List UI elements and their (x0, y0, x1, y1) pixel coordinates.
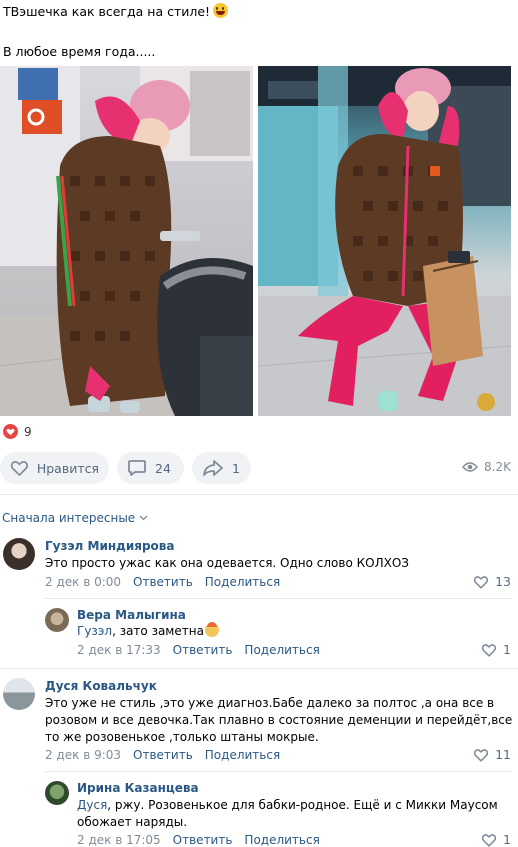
divider (45, 771, 511, 772)
shares-count: 1 (232, 460, 240, 476)
comment-meta: 2 дек в 0:00 Ответить Поделиться (45, 575, 280, 589)
comment-date[interactable]: 2 дек в 0:00 (45, 575, 121, 589)
comment-meta: 2 дек в 17:33 Ответить Поделиться (77, 643, 320, 657)
post-photo-2[interactable] (258, 66, 511, 416)
heart-reaction-icon (3, 424, 18, 439)
comment-like-count: 13 (495, 574, 511, 589)
comment-like-button[interactable]: 13 (473, 574, 511, 589)
comment-text: Это просто ужас как она одевается. Одно … (45, 556, 409, 570)
comment-text: Это уже не стиль ,это уже диагноз.Бабе д… (45, 696, 513, 744)
comment-author[interactable]: Гузэл Миндиярова (45, 539, 175, 553)
avatar[interactable] (45, 781, 69, 805)
avatar[interactable] (3, 678, 35, 710)
heart-outline-icon (481, 833, 497, 847)
reply-link[interactable]: Ответить (133, 748, 193, 762)
comment-date[interactable]: 2 дек в 9:03 (45, 748, 121, 762)
eye-icon (462, 462, 478, 472)
views-counter: 8.2K (462, 460, 511, 474)
comment-reply-item: Вера Малыгина Гузэл, зато заметна 2 дек … (0, 605, 518, 667)
comment-reply-item: Ирина Казанцева Дуся, ржу. Розовенькое д… (0, 778, 518, 847)
reactions-summary[interactable]: 9 (3, 424, 32, 439)
post-text: ТВэшечка как всегда на стиле! В любое вр… (3, 3, 229, 60)
like-button[interactable]: Нравится (0, 452, 109, 484)
comments-count: 24 (155, 460, 171, 476)
comment-date[interactable]: 2 дек в 17:33 (77, 643, 161, 657)
heart-outline-icon (10, 461, 29, 476)
chevron-down-icon (139, 515, 148, 521)
comment-item: Гузэл Миндиярова Это просто ужас как она… (0, 535, 518, 598)
comment-text: Дуся, ржу. Розовенькое для бабки-родное.… (77, 798, 498, 829)
comment-like-count: 11 (495, 747, 511, 762)
comment-button[interactable]: 24 (117, 452, 184, 484)
comment-text: Гузэл, зато заметна (77, 622, 219, 640)
avatar[interactable] (3, 538, 35, 570)
reaction-count: 9 (24, 424, 32, 439)
comment-like-count: 1 (503, 642, 511, 657)
share-arrow-icon (203, 460, 223, 476)
comment-author[interactable]: Вера Малыгина (77, 608, 186, 622)
post-photos (0, 66, 518, 416)
woman-emoji-icon (204, 622, 219, 637)
share-link[interactable]: Поделиться (205, 748, 280, 762)
comment-author[interactable]: Дуся Ковальчук (45, 679, 157, 693)
comment-meta: 2 дек в 9:03 Ответить Поделиться (45, 748, 280, 762)
views-count: 8.2K (484, 460, 511, 474)
comment-like-count: 1 (503, 832, 511, 847)
reply-link[interactable]: Ответить (133, 575, 193, 589)
comment-item: Дуся Ковальчук Это уже не стиль ,это уже… (0, 675, 518, 770)
avatar[interactable] (45, 608, 69, 632)
post-action-bar: Нравится 24 1 8.2K (0, 452, 518, 484)
reply-to-link[interactable]: Дуся (77, 798, 107, 812)
divider (0, 668, 518, 669)
sort-label: Сначала интересные (2, 511, 136, 525)
heart-outline-icon (481, 643, 497, 657)
comment-like-button[interactable]: 1 (481, 832, 511, 847)
grinning-face-emoji-icon (213, 3, 229, 18)
reply-link[interactable]: Ответить (173, 833, 233, 847)
divider (45, 598, 511, 599)
comment-like-button[interactable]: 11 (473, 747, 511, 762)
share-link[interactable]: Поделиться (205, 575, 280, 589)
divider (0, 494, 518, 495)
comment-like-button[interactable]: 1 (481, 642, 511, 657)
heart-outline-icon (473, 748, 489, 762)
comment-date[interactable]: 2 дек в 17:05 (77, 833, 161, 847)
comment-author[interactable]: Ирина Казанцева (77, 781, 199, 795)
share-button[interactable]: 1 (192, 452, 251, 484)
post-photo-1[interactable] (0, 66, 253, 416)
reply-to-link[interactable]: Гузэл (77, 624, 112, 638)
post-line-2: В любое время года..... (3, 44, 156, 59)
comment-icon (128, 460, 146, 476)
share-link[interactable]: Поделиться (244, 643, 319, 657)
heart-outline-icon (473, 575, 489, 589)
share-link[interactable]: Поделиться (244, 833, 319, 847)
like-label: Нравится (36, 460, 99, 476)
post-line-1: ТВэшечка как всегда на стиле! (3, 3, 229, 20)
reply-link[interactable]: Ответить (173, 643, 233, 657)
comments-sort-dropdown[interactable]: Сначала интересные (2, 511, 148, 525)
comment-meta: 2 дек в 17:05 Ответить Поделиться (77, 833, 320, 847)
